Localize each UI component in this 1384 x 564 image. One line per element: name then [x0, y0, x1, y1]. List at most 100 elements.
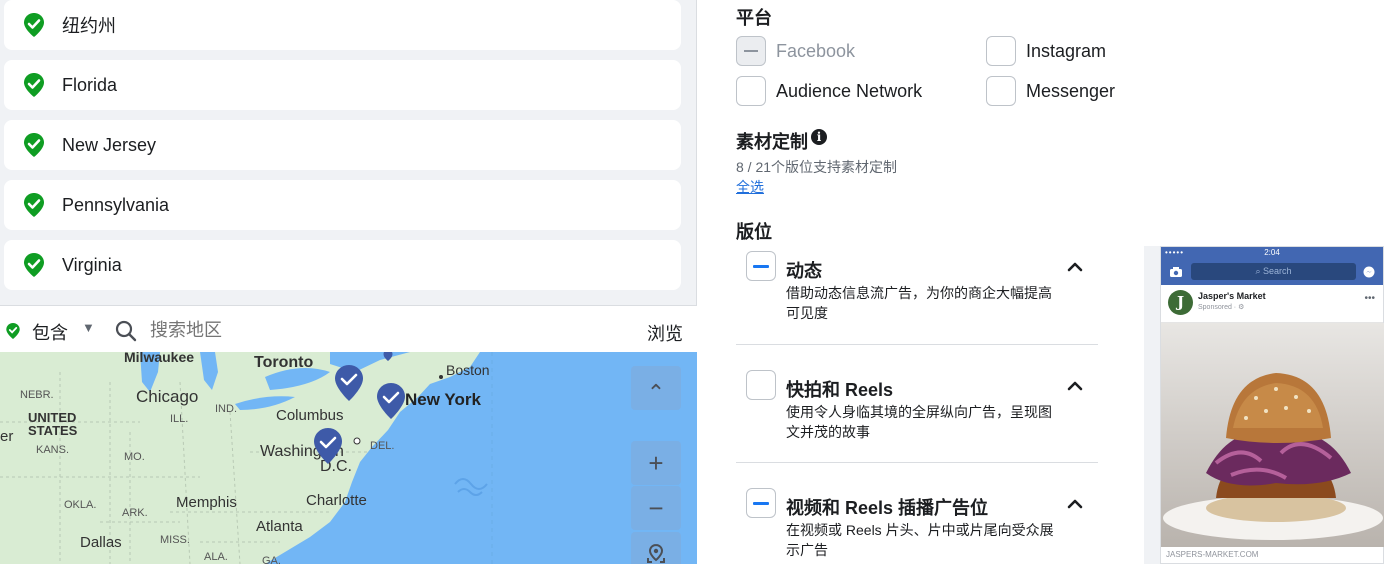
phone-time: 2:04 [1264, 248, 1280, 257]
map-label: ILL. [170, 413, 188, 425]
include-pin-icon [6, 323, 20, 339]
stories-checkbox[interactable] [746, 370, 776, 400]
location-name: 纽约州 [62, 16, 116, 36]
placement-description: 借助动态信息流广告，为你的商企大幅提高可见度 [786, 285, 1052, 321]
location-search-bar: 包含 ▼ 浏览 [0, 305, 697, 352]
page-name: Jasper's Market [1198, 291, 1266, 301]
phone-mockup: ••••• 2:04 ⌕ Search J Jasper's Market Sp… [1160, 246, 1384, 564]
phone-search-text: Search [1263, 266, 1292, 276]
included-pin-icon [24, 193, 44, 217]
phone-status-bar: ••••• 2:04 [1161, 247, 1383, 259]
location-name: New Jersey [62, 134, 157, 155]
map-label: Dallas [80, 534, 122, 551]
map-label: DEL. [370, 440, 394, 452]
include-dropdown-label[interactable]: 包含 [32, 319, 68, 345]
page-avatar: J [1168, 290, 1193, 315]
camera-icon [1170, 267, 1182, 277]
divider [736, 462, 1098, 463]
map-label: Atlanta [256, 518, 303, 535]
asset-customization-heading: 素材定制 [736, 132, 808, 152]
map-label: IND. [215, 403, 237, 415]
map-label: er [0, 428, 13, 445]
map-label: Toronto [254, 354, 313, 371]
more-icon: ••• [1364, 293, 1375, 304]
ad-image [1161, 323, 1384, 547]
map-label: New York [405, 390, 481, 409]
chevron-up-icon[interactable] [1066, 380, 1084, 392]
map-label: MISS. [160, 534, 190, 546]
instagram-label[interactable]: Instagram [1026, 41, 1106, 62]
browse-button[interactable]: 浏览 [647, 320, 683, 346]
map-label: ARK. [122, 507, 148, 519]
location-item[interactable]: Pennsylvania [4, 180, 681, 230]
included-pin-icon [24, 133, 44, 157]
map-label: MO. [124, 451, 145, 463]
map-collapse-button[interactable]: ⌃ [631, 366, 681, 410]
platforms-heading: 平台 [736, 8, 772, 28]
placements-panel: 平台 Facebook Instagram Audience Network M… [716, 0, 1384, 564]
phone-search-box: ⌕ Search [1191, 263, 1356, 280]
location-name: Virginia [62, 254, 122, 275]
messenger-checkbox[interactable] [986, 76, 1016, 106]
placement-title: 视频和 Reels 插播广告位 [786, 498, 989, 518]
divider [736, 344, 1098, 345]
select-all-link[interactable]: 全选 [736, 177, 764, 197]
audience-network-checkbox[interactable] [736, 76, 766, 106]
info-icon[interactable]: i [811, 129, 827, 145]
placement-group-instream[interactable]: 视频和 Reels 插播广告位 在视频或 Reels 片头、片中或片尾向受众展示… [746, 488, 1098, 564]
location-search-input[interactable] [150, 314, 590, 346]
chevron-down-icon[interactable]: ▼ [82, 320, 95, 335]
placement-description: 在视频或 Reels 片头、片中或片尾向受众展示广告 [786, 522, 1054, 558]
instagram-checkbox[interactable] [986, 36, 1016, 66]
included-pin-icon [24, 253, 44, 277]
map-label: OKLA. [64, 499, 96, 511]
placements-heading: 版位 [736, 222, 772, 242]
map-label: ALA. [204, 551, 228, 563]
placement-description: 使用令人身临其境的全屏纵向广告，呈现图文并茂的故事 [786, 404, 1052, 440]
facebook-label: Facebook [776, 41, 856, 61]
messenger-icon [1363, 266, 1375, 278]
phone-nav-bar: ⌕ Search [1161, 259, 1383, 285]
location-item[interactable]: 纽约州 [4, 0, 681, 50]
included-pin-icon [24, 13, 44, 37]
location-item[interactable]: Virginia [4, 240, 681, 290]
map-label: KANS. [36, 444, 69, 456]
location-pin-icon [647, 543, 665, 563]
feeds-checkbox[interactable] [746, 251, 776, 281]
audience-network-label[interactable]: Audience Network [776, 81, 922, 102]
drop-pin-button[interactable] [631, 532, 681, 564]
asset-customization-count: 8 / 21个版位支持素材定制 [736, 159, 898, 175]
location-item[interactable]: New Jersey [4, 120, 681, 170]
placement-title: 快拍和 Reels [786, 380, 894, 400]
plus-icon: + [648, 447, 664, 478]
map-label: Boston [446, 362, 490, 378]
map-label: GA. [262, 555, 281, 564]
map-label: Memphis [176, 494, 237, 511]
placement-group-stories[interactable]: 快拍和 Reels 使用令人身临其境的全屏纵向广告，呈现图文并茂的故事 [746, 370, 1098, 450]
map-label: STATES [28, 423, 78, 438]
zoom-out-button[interactable]: − [631, 486, 681, 530]
instream-checkbox[interactable] [746, 488, 776, 518]
map-label: Chicago [136, 387, 198, 406]
map-label: NEBR. [20, 389, 54, 401]
location-name: Florida [62, 74, 118, 95]
map-label: Charlotte [306, 492, 367, 509]
facebook-checkbox [736, 36, 766, 66]
location-panel: 纽约州 Florida New Jersey Pennsylvania Virg… [0, 0, 697, 564]
sponsored-label: Sponsored · ⚙ [1198, 304, 1245, 311]
placement-group-feeds[interactable]: 动态 借助动态信息流广告，为你的商企大幅提高可见度 [746, 251, 1098, 331]
included-pin-icon [24, 73, 44, 97]
post-header: J Jasper's Market Sponsored · ⚙ ••• [1161, 285, 1383, 323]
map-canvas: Milwaukee Toronto Boston Chicago New Yor… [0, 352, 697, 564]
location-item[interactable]: Florida [4, 60, 681, 110]
burger-image [1161, 323, 1384, 547]
chevron-up-icon[interactable] [1066, 498, 1084, 510]
map-label: Milwaukee [124, 352, 194, 365]
chevron-up-icon: ⌃ [646, 380, 666, 405]
ad-domain: JASPERS-MARKET.COM [1166, 550, 1259, 559]
zoom-in-button[interactable]: + [631, 441, 681, 485]
ad-preview: ••••• 2:04 ⌕ Search J Jasper's Market Sp… [1144, 246, 1384, 564]
messenger-label[interactable]: Messenger [1026, 81, 1115, 102]
location-map[interactable]: Milwaukee Toronto Boston Chicago New Yor… [0, 352, 697, 564]
chevron-up-icon[interactable] [1066, 261, 1084, 273]
